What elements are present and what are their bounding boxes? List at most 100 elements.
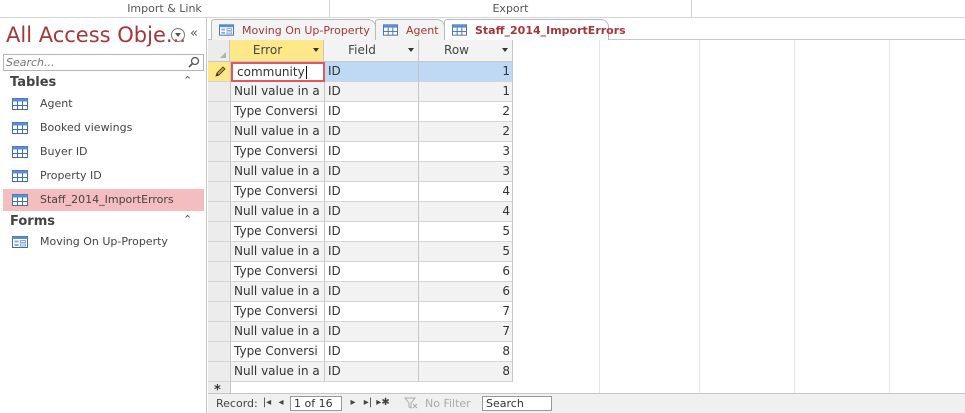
column-header-row[interactable]: Row xyxy=(419,40,513,62)
cell-row[interactable]: 3 xyxy=(419,142,513,162)
last-record-icon[interactable]: ▸| xyxy=(361,396,375,410)
record-search-box[interactable]: Search xyxy=(482,396,552,411)
cell-error[interactable]: Null value in a xyxy=(231,82,325,102)
table-row[interactable]: Type Conversi ID 3 xyxy=(208,142,513,162)
column-header-error[interactable]: Error xyxy=(230,40,324,62)
table-row[interactable]: Type Conversi ID 4 xyxy=(208,182,513,202)
cell-error[interactable]: Null value in a xyxy=(231,162,325,182)
table-row[interactable]: Null value in a ID 8 xyxy=(208,362,513,382)
cell-field[interactable]: ID xyxy=(325,282,419,302)
current-record-field[interactable]: 1 of 16 xyxy=(290,396,342,411)
nav-search-input[interactable] xyxy=(4,55,184,70)
nav-item-buyer-id[interactable]: Buyer ID xyxy=(3,141,204,163)
table-row[interactable]: Null value in a ID 2 xyxy=(208,122,513,142)
cell-row[interactable]: 7 xyxy=(419,322,513,342)
nav-section-tables[interactable]: Tables ⌃ xyxy=(0,73,206,93)
table-row[interactable]: community ID 1 xyxy=(208,62,513,82)
search-icon[interactable] xyxy=(188,56,200,68)
tab-staff-2014-importerrors[interactable]: Staff_2014_ImportErrors xyxy=(444,19,626,41)
cell-error[interactable]: Type Conversi xyxy=(231,102,325,122)
nav-item-property-id[interactable]: Property ID xyxy=(3,165,204,187)
cell-error[interactable]: Type Conversi xyxy=(231,182,325,202)
shutter-bar-close-icon[interactable]: « xyxy=(190,26,198,41)
table-row[interactable]: Type Conversi ID 8 xyxy=(208,342,513,362)
cell-row[interactable]: 1 xyxy=(419,82,513,102)
tab-agent[interactable]: Agent xyxy=(375,19,445,40)
sort-filter-dropdown-icon[interactable] xyxy=(313,48,319,52)
table-row[interactable]: Null value in a ID 6 xyxy=(208,282,513,302)
new-record-row[interactable]: * xyxy=(208,382,513,393)
cell-field[interactable]: ID xyxy=(325,362,419,382)
table-row[interactable]: Null value in a ID 1 xyxy=(208,82,513,102)
sort-filter-dropdown-icon[interactable] xyxy=(502,48,508,52)
cell-field[interactable]: ID xyxy=(325,82,419,102)
cell-row[interactable]: 4 xyxy=(419,202,513,222)
cell-row[interactable]: 6 xyxy=(419,262,513,282)
table-row[interactable]: Type Conversi ID 6 xyxy=(208,262,513,282)
nav-search-box[interactable] xyxy=(3,54,204,71)
cell-field[interactable]: ID xyxy=(325,262,419,282)
cell-row[interactable]: 2 xyxy=(419,122,513,142)
record-selector[interactable] xyxy=(208,262,231,282)
table-row[interactable]: Type Conversi ID 7 xyxy=(208,302,513,322)
record-selector[interactable] xyxy=(208,282,231,302)
cell-field[interactable]: ID xyxy=(325,342,419,362)
table-row[interactable]: Null value in a ID 3 xyxy=(208,162,513,182)
cell-row[interactable]: 5 xyxy=(419,242,513,262)
record-selector[interactable] xyxy=(208,362,231,382)
cell-error[interactable]: Null value in a xyxy=(231,322,325,342)
cell-error[interactable]: Null value in a xyxy=(231,122,325,142)
cell-error-editing[interactable]: community xyxy=(231,62,325,82)
cell-error[interactable]: Null value in a xyxy=(231,202,325,222)
nav-item-moving-on-up-property[interactable]: Moving On Up-Property xyxy=(3,231,204,253)
cell-error[interactable]: Type Conversi xyxy=(231,222,325,242)
cell-field[interactable]: ID xyxy=(325,302,419,322)
nav-item-staff-2014-importerrors[interactable]: Staff_2014_ImportErrors xyxy=(3,189,204,211)
cell-field[interactable]: ID xyxy=(325,202,419,222)
cell-field[interactable]: ID xyxy=(325,222,419,242)
table-row[interactable]: Type Conversi ID 5 xyxy=(208,222,513,242)
record-selector[interactable] xyxy=(208,302,231,322)
record-selector[interactable] xyxy=(208,62,231,82)
cell-field[interactable]: ID xyxy=(325,182,419,202)
cell-error[interactable]: Type Conversi xyxy=(231,302,325,322)
cell-error[interactable]: Type Conversi xyxy=(231,342,325,362)
cell-field[interactable]: ID xyxy=(325,322,419,342)
record-selector[interactable] xyxy=(208,82,231,102)
collapse-section-icon[interactable]: ⌃ xyxy=(183,213,192,226)
cell-field[interactable]: ID xyxy=(325,62,419,82)
cell-row[interactable]: 8 xyxy=(419,342,513,362)
record-selector[interactable] xyxy=(208,102,231,122)
cell-row[interactable]: 4 xyxy=(419,182,513,202)
select-all-corner[interactable] xyxy=(208,40,230,62)
record-selector[interactable] xyxy=(208,322,231,342)
cell-error[interactable]: Type Conversi xyxy=(231,262,325,282)
record-selector[interactable] xyxy=(208,182,231,202)
tab-moving-on-up-property[interactable]: Moving On Up-Property xyxy=(211,19,376,40)
cell-row[interactable]: 6 xyxy=(419,282,513,302)
table-row[interactable]: Type Conversi ID 2 xyxy=(208,102,513,122)
record-selector[interactable]: * xyxy=(208,382,231,393)
nav-item-booked-viewings[interactable]: Booked viewings xyxy=(3,117,204,139)
record-selector[interactable] xyxy=(208,342,231,362)
cell-field[interactable]: ID xyxy=(325,142,419,162)
filter-funnel-icon[interactable] xyxy=(404,397,418,409)
no-filter-indicator[interactable]: No Filter xyxy=(425,397,471,410)
cell-row[interactable]: 3 xyxy=(419,162,513,182)
record-selector[interactable] xyxy=(208,202,231,222)
first-record-icon[interactable]: |◂ xyxy=(260,396,274,410)
cell-row[interactable]: 8 xyxy=(419,362,513,382)
nav-pane-title[interactable]: All Access Obje... xyxy=(6,23,186,47)
cell-row[interactable]: 2 xyxy=(419,102,513,122)
datasheet[interactable]: Error Field Row community ID 1 Null value i… xyxy=(208,40,965,393)
cell-field[interactable]: ID xyxy=(325,162,419,182)
cell-error[interactable]: Null value in a xyxy=(231,282,325,302)
table-row[interactable]: Null value in a ID 7 xyxy=(208,322,513,342)
nav-section-forms[interactable]: Forms ⌃ xyxy=(0,212,206,232)
collapse-section-icon[interactable]: ⌃ xyxy=(183,74,192,87)
cell-error[interactable]: Null value in a xyxy=(231,362,325,382)
table-row[interactable]: Null value in a ID 5 xyxy=(208,242,513,262)
cell-row[interactable]: 1 xyxy=(419,62,513,82)
nav-menu-dropdown-icon[interactable] xyxy=(171,28,185,42)
cell-field[interactable]: ID xyxy=(325,102,419,122)
